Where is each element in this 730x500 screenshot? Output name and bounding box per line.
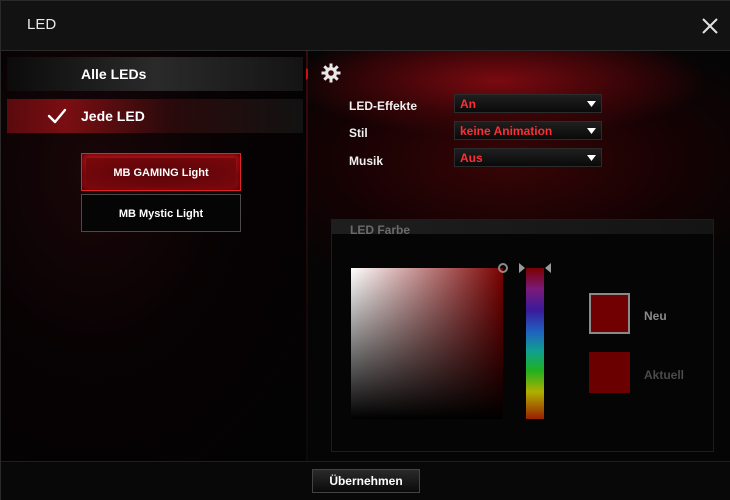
check-icon: [47, 108, 67, 124]
title-bar: LED: [1, 1, 730, 51]
new-color-swatch: [589, 293, 630, 334]
led-window: LED Alle LEDs Jede LED MB GAMING Light M…: [0, 0, 730, 500]
style-value: keine Animation: [460, 124, 553, 138]
scope-each-led[interactable]: Jede LED: [7, 99, 303, 133]
led-effects-value: An: [460, 97, 476, 111]
hue-slider-handle[interactable]: [519, 263, 551, 273]
scope-all-label: Alle LEDs: [81, 66, 147, 82]
caret-down-icon: [587, 128, 596, 134]
device-mb-mystic-light[interactable]: MB Mystic Light: [81, 194, 241, 232]
color-saturation-picker[interactable]: [351, 268, 503, 419]
close-button[interactable]: [697, 13, 723, 39]
device-mb-gaming-light[interactable]: MB GAMING Light: [81, 153, 241, 191]
caret-down-icon: [587, 155, 596, 161]
music-value: Aus: [460, 151, 483, 165]
close-icon: [702, 18, 718, 34]
window-title: LED: [27, 16, 57, 33]
gear-icon: [321, 63, 341, 83]
scope-each-label: Jede LED: [81, 108, 145, 124]
hue-slider[interactable]: [526, 268, 544, 419]
led-effects-dropdown[interactable]: An: [454, 94, 602, 113]
led-effects-label: LED-Effekte: [349, 99, 418, 113]
current-color-swatch: [589, 352, 630, 393]
style-dropdown[interactable]: keine Animation: [454, 121, 602, 140]
led-color-header: LED Farbe: [332, 220, 713, 237]
device-mystic-label: MB Mystic Light: [118, 208, 204, 220]
new-color-label: Neu: [644, 309, 667, 323]
style-label: Stil: [349, 126, 368, 140]
caret-down-icon: [587, 101, 596, 107]
apply-button[interactable]: Übernehmen: [312, 469, 420, 493]
color-picker-handle[interactable]: [498, 263, 508, 273]
current-color-label: Aktuell: [644, 368, 685, 382]
led-color-title: LED Farbe: [350, 223, 411, 237]
music-dropdown[interactable]: Aus: [454, 148, 602, 167]
device-gaming-label: MB GAMING Light: [86, 158, 236, 188]
scope-all-leds[interactable]: Alle LEDs: [7, 57, 303, 91]
music-label: Musik: [349, 154, 384, 168]
